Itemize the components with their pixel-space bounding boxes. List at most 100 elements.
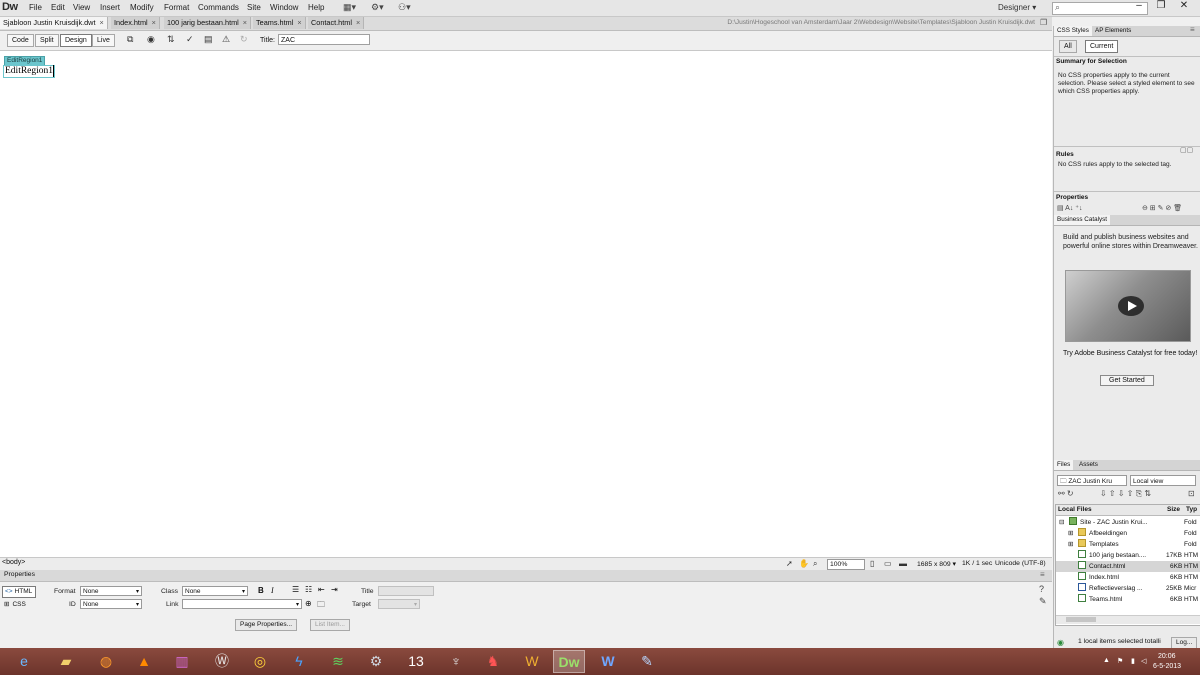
class-select[interactable]: None ▾ (182, 586, 248, 596)
tab-business-catalyst[interactable]: Business Catalyst (1054, 215, 1111, 225)
workspace-switcher[interactable]: Designer ▾ (998, 3, 1036, 12)
dreamweaver-task-icon[interactable]: Dw (553, 650, 585, 673)
file-management-icon[interactable]: ⇅ (167, 34, 175, 45)
close-icon[interactable]: × (243, 18, 247, 27)
list-item[interactable]: ⊞ Templates Fold (1056, 539, 1200, 550)
expand-icon[interactable]: ⊡ (1188, 489, 1195, 498)
css-all-button[interactable]: All (1059, 40, 1077, 53)
site-icon[interactable]: ⚇▾ (398, 2, 411, 13)
close-icon[interactable]: × (99, 18, 103, 27)
panel-menu-icon[interactable]: ≡ (1040, 570, 1045, 579)
browse-folder-icon[interactable]: 🗀 (317, 599, 325, 613)
css-current-button[interactable]: Current (1085, 40, 1119, 53)
w3c-validation-icon[interactable]: ✓ (186, 34, 194, 45)
preview-browser-icon[interactable]: ◉ (147, 34, 155, 45)
warcraft-icon[interactable]: W (516, 650, 548, 673)
italic-button[interactable]: I (271, 586, 274, 595)
point-to-file-icon[interactable]: ⊕ (305, 599, 312, 608)
tab-assets[interactable]: Assets (1076, 460, 1101, 470)
hand-tool-icon[interactable]: ✋ (799, 559, 809, 568)
layout-icon[interactable]: ▦▾ (343, 2, 356, 13)
refresh-icon[interactable]: ↻ (240, 34, 248, 45)
internet-explorer-icon[interactable]: e (8, 650, 40, 673)
target-select[interactable]: ▾ (378, 599, 420, 609)
menu-view[interactable]: View (73, 3, 90, 12)
list-item[interactable]: ⊞ Afbeeldingen Fold (1056, 528, 1200, 539)
menu-commands[interactable]: Commands (198, 3, 239, 12)
close-button[interactable]: ✕ (1173, 0, 1195, 13)
format-select[interactable]: None ▾ (80, 586, 142, 596)
editable-region[interactable]: EditRegion1 (3, 65, 56, 78)
tray-arrow-icon[interactable]: ▲ (1103, 657, 1110, 664)
connect-icon[interactable]: ⚯ ↻ (1058, 489, 1074, 498)
volume-icon[interactable]: ◁ (1141, 657, 1146, 665)
disc-burner-icon[interactable]: ◎ (244, 650, 276, 673)
link-input[interactable]: ▾ (182, 599, 302, 609)
skyrim-icon[interactable]: ♆ (440, 650, 472, 673)
col-local-files[interactable]: Local Files (1058, 505, 1092, 515)
wordpress-icon[interactable]: Ⓦ (206, 650, 238, 673)
play-icon[interactable] (1118, 296, 1144, 316)
zoom-select[interactable]: 100% (827, 559, 865, 570)
close-icon[interactable]: × (152, 18, 156, 27)
get-started-button[interactable]: Get Started (1100, 375, 1154, 386)
menu-site[interactable]: Site (247, 3, 261, 12)
tab-100-jarig[interactable]: 100 jarig bestaan.html × (164, 17, 252, 29)
window-size[interactable]: 1685 x 809 ▾ (917, 560, 956, 568)
tag-selector[interactable]: <body> (2, 559, 25, 566)
bold-button[interactable]: B (258, 586, 264, 595)
menu-edit[interactable]: Edit (51, 3, 65, 12)
list-item-button[interactable]: List Item... (310, 619, 350, 631)
design-view[interactable]: EditRegion1 EditRegion1 (0, 51, 1052, 557)
bc-video-thumbnail[interactable] (1065, 270, 1191, 342)
unordered-list-icon[interactable]: ☰ (292, 585, 299, 594)
link-title-input[interactable] (378, 586, 434, 596)
horizontal-scrollbar[interactable] (1056, 615, 1200, 624)
menu-format[interactable]: Format (164, 3, 189, 12)
panel-menu-icon[interactable]: ≡ (1190, 25, 1195, 34)
col-size[interactable]: Size (1167, 505, 1180, 515)
tab-teams[interactable]: Teams.html × (253, 17, 306, 29)
list-item[interactable]: Reflectieverslag ... 25KB Micr (1056, 583, 1200, 594)
quick-tag-editor-icon[interactable]: ✎ (1039, 596, 1047, 607)
split-view-button[interactable]: Split (35, 34, 59, 47)
help-icon[interactable]: ? (1039, 584, 1044, 594)
browser-compat-icon[interactable]: ⚠ (222, 34, 230, 45)
menu-insert[interactable]: Insert (100, 3, 120, 12)
game-13-icon[interactable]: 13 (400, 650, 432, 673)
list-item[interactable]: Teams.html 6KB HTM (1056, 594, 1200, 605)
tab-contact[interactable]: Contact.html × (308, 17, 365, 29)
vlc-icon[interactable]: ▲ (128, 650, 160, 673)
multiscreen-icon[interactable]: ⧉ (127, 34, 133, 45)
id-select[interactable]: None ▾ (80, 599, 142, 609)
site-select[interactable]: 🗀 ZAC Justin Kru (1057, 475, 1127, 486)
pointer-tool-icon[interactable]: ➚ (786, 559, 793, 568)
menu-help[interactable]: Help (308, 3, 324, 12)
scrollbar-thumb[interactable] (1066, 617, 1096, 622)
outdent-icon[interactable]: ⇤ (318, 585, 325, 594)
design-view-button[interactable]: Design (60, 34, 92, 47)
view-select[interactable]: Local view (1130, 475, 1196, 486)
firefox-icon[interactable]: ◍ (90, 650, 122, 673)
transfer-icons[interactable]: ⇩ ⇧ ⇩ ⇧ ⎘ ⇅ (1100, 489, 1151, 499)
clock-time[interactable]: 20:06 (1158, 653, 1176, 660)
tab-sjabloon[interactable]: Sjabloon Justin Kruisdijk.dwt × (0, 17, 108, 29)
word-icon[interactable]: W (592, 650, 624, 673)
html-mode-button[interactable]: <> HTML (2, 586, 36, 598)
desktop-size-icon[interactable]: ▬ (899, 559, 907, 568)
ordered-list-icon[interactable]: ☷ (305, 585, 312, 594)
menu-modify[interactable]: Modify (130, 3, 154, 12)
page-title-input[interactable]: ZAC (278, 34, 370, 45)
css-actions-icon[interactable]: ⊖ ⊞ ✎ ⊘ 🗑 (1142, 204, 1182, 212)
menu-file[interactable]: File (29, 3, 42, 12)
mobile-size-icon[interactable]: ▯ (870, 559, 874, 568)
maximize-button[interactable]: ❐ (1150, 0, 1172, 13)
show-info-icon[interactable]: ▢▢ (1180, 146, 1193, 154)
tab-index[interactable]: Index.html × (111, 17, 160, 29)
page-properties-button[interactable]: Page Properties... (235, 619, 298, 631)
restore-doc-icon[interactable]: ❐ (1040, 18, 1047, 27)
menu-window[interactable]: Window (270, 3, 298, 12)
close-icon[interactable]: × (356, 18, 360, 27)
css-mode-button[interactable]: ⊞ CSS (4, 600, 26, 608)
extend-gear-icon[interactable]: ⚙▾ (371, 2, 384, 13)
